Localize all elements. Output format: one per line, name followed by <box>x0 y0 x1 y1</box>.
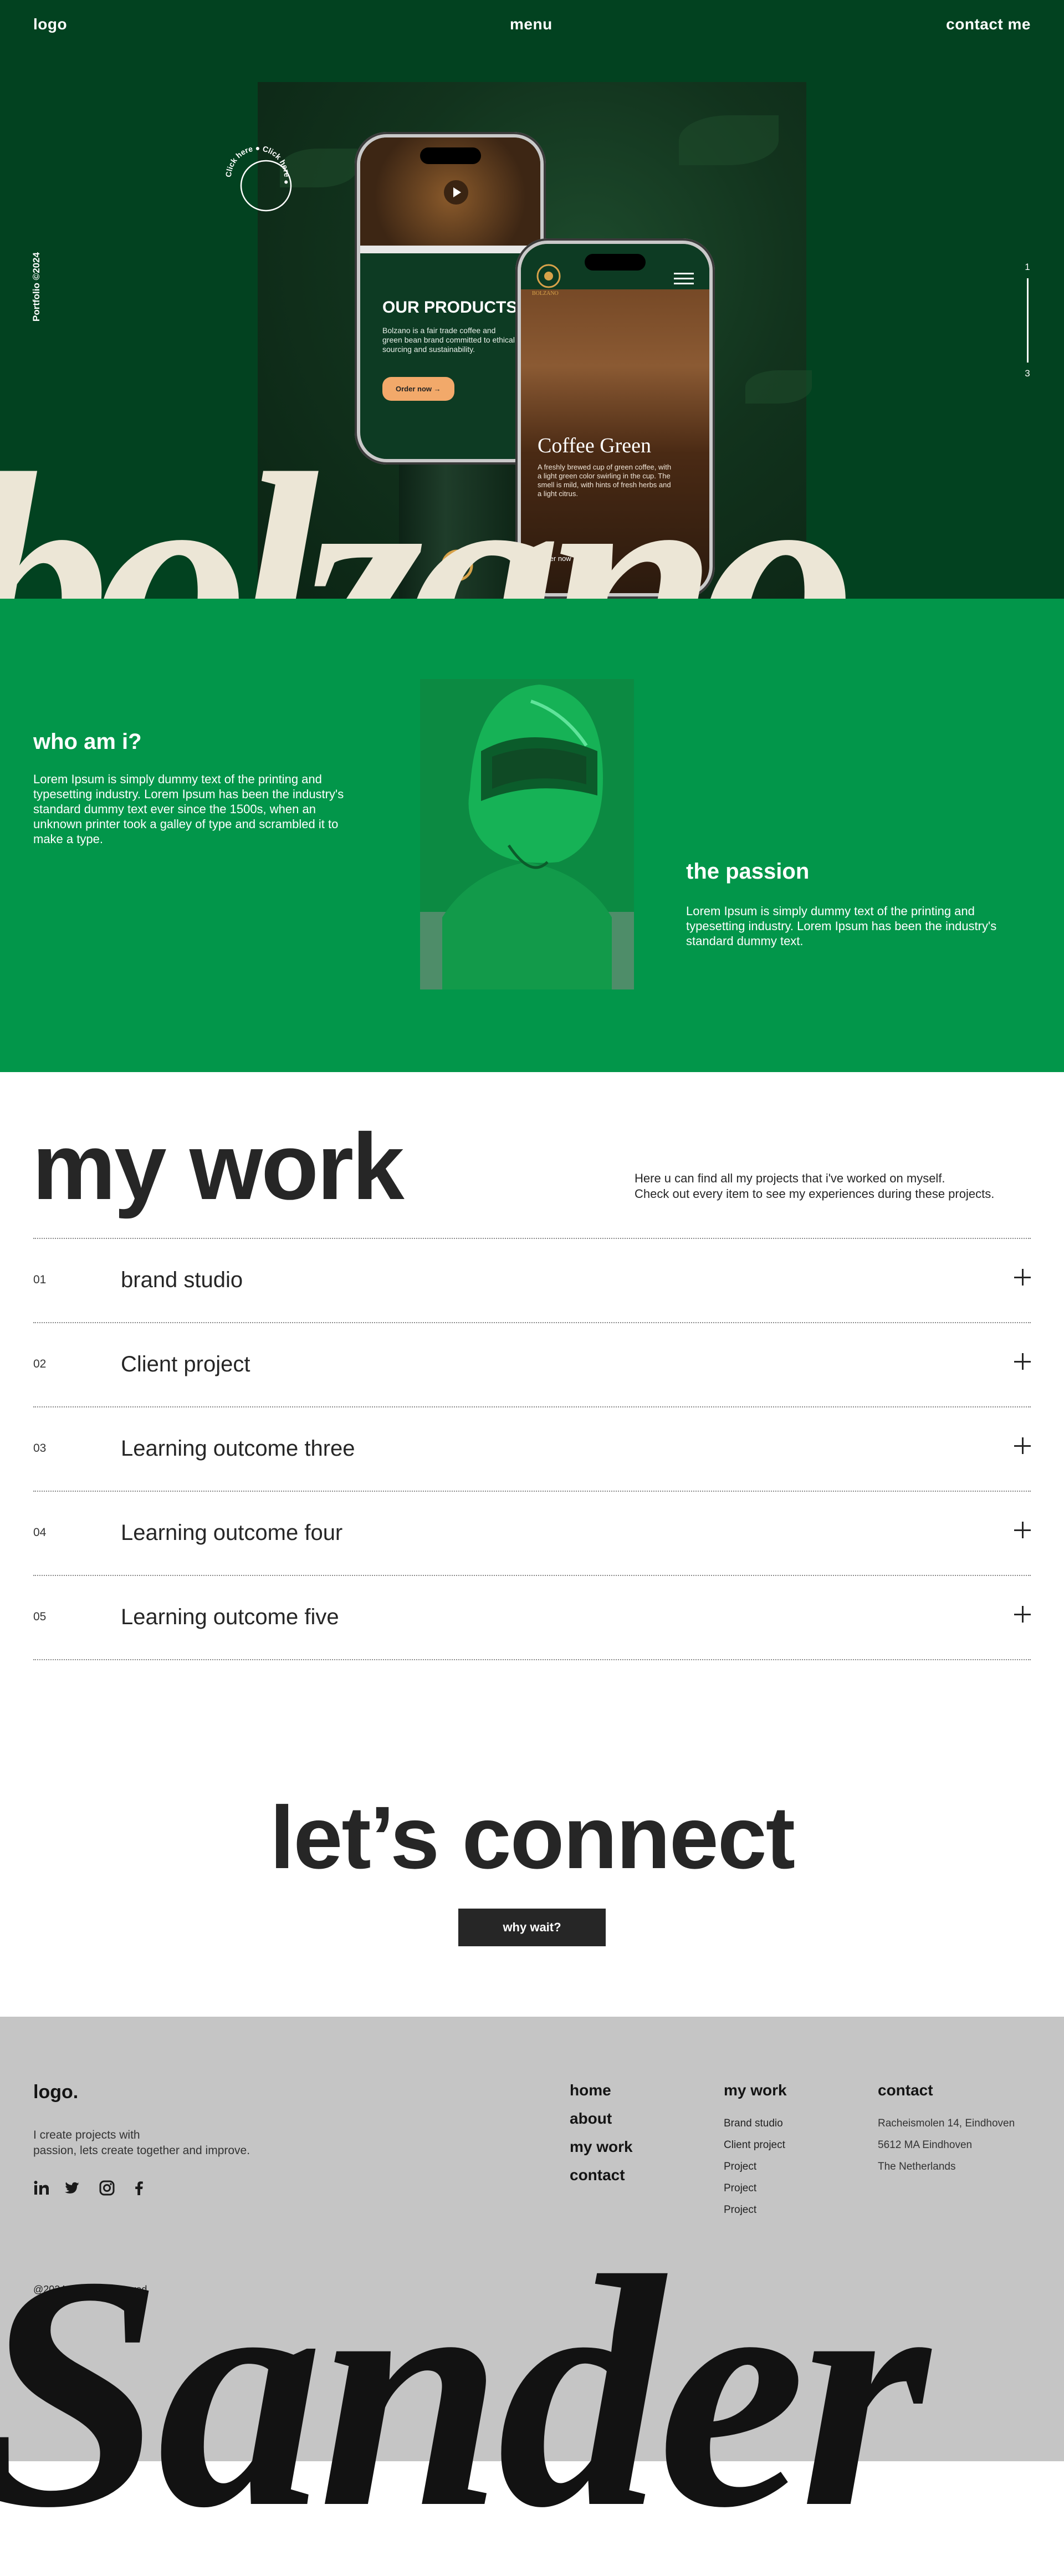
work-item-label: Learning outcome four <box>121 1521 343 1545</box>
footer-work-link[interactable]: Project <box>724 2161 756 2173</box>
bolzano-logo-icon <box>536 264 561 288</box>
play-icon[interactable] <box>443 180 469 205</box>
products-text: Bolzano is a fair trade coffee and green… <box>382 326 515 354</box>
footer-nav-contact[interactable]: contact <box>570 2166 625 2184</box>
click-here-badge[interactable]: Click here ● Click here ● <box>222 141 294 213</box>
footer-big-wordmark: Sander <box>0 2207 929 2576</box>
footer-nav-about[interactable]: about <box>570 2110 612 2128</box>
footer-address-line: 5612 MA Eindhoven <box>878 2139 973 2151</box>
footer-work-link[interactable]: Client project <box>724 2139 785 2151</box>
linkedin-icon[interactable] <box>33 2180 50 2196</box>
work-item-number: 04 <box>33 1526 47 1539</box>
work-item-number: 01 <box>33 1273 47 1286</box>
hero-section: logo menu contact me Portfolio ©2024 1 3… <box>0 0 1064 599</box>
work-item-brand-studio[interactable]: 01 brand studio <box>33 1238 1031 1322</box>
svg-text:Click here ● Click here ●: Click here ● Click here ● <box>224 144 291 185</box>
footer-tagline: I create projects with passion, lets cre… <box>33 2128 299 2159</box>
plus-icon[interactable] <box>1014 1269 1031 1286</box>
badge-text: Click here ● Click here ● <box>224 144 291 185</box>
why-wait-button[interactable]: why wait? <box>458 1909 606 1946</box>
menu-button[interactable]: menu <box>510 16 553 33</box>
work-item-number: 02 <box>33 1358 47 1370</box>
plus-icon[interactable] <box>1014 1522 1031 1538</box>
footer-nav-home[interactable]: home <box>570 2082 611 2099</box>
foliage-shape <box>745 370 812 404</box>
work-desc-line2: Check out every item to see my experienc… <box>635 1187 995 1201</box>
facebook-icon[interactable] <box>131 2180 147 2196</box>
foliage-shape <box>679 115 779 165</box>
footer-work-link[interactable]: Brand studio <box>724 2118 783 2130</box>
slider-start-number: 1 <box>1025 262 1030 272</box>
work-item-client-project[interactable]: 02 Client project <box>33 1322 1031 1406</box>
footer-address-line: The Netherlands <box>878 2161 956 2172</box>
twitter-icon[interactable] <box>64 2180 80 2196</box>
instagram-icon[interactable] <box>99 2180 115 2196</box>
work-desc-line1: Here u can find all my projects that i'v… <box>635 1171 945 1185</box>
work-list-divider <box>33 1659 1031 1660</box>
footer-my-work-heading: my work <box>724 2082 787 2099</box>
footer-contact-heading: contact <box>878 2082 933 2099</box>
footer-work-link[interactable]: Project <box>724 2182 756 2195</box>
products-title: OUR PRODUCTS <box>382 298 518 317</box>
work-item-learning-outcome-four[interactable]: 04 Learning outcome four <box>33 1491 1031 1575</box>
who-am-i-text: Lorem Ipsum is simply dummy text of the … <box>33 772 344 846</box>
tagline-line1: I create projects with <box>33 2129 140 2141</box>
hero-big-wordmark: bolzano <box>0 410 856 599</box>
plus-icon[interactable] <box>1014 1353 1031 1370</box>
work-item-label: Learning outcome five <box>121 1605 339 1629</box>
passion-heading: the passion <box>686 859 810 884</box>
bolzano-brand-text: BOLZANO <box>532 290 559 297</box>
slider-track <box>1026 278 1029 363</box>
plus-icon[interactable] <box>1014 1606 1031 1623</box>
work-item-label: Learning outcome three <box>121 1436 355 1461</box>
my-work-heading: my work <box>32 1114 405 1220</box>
work-item-number: 03 <box>33 1442 47 1455</box>
work-item-learning-outcome-three[interactable]: 03 Learning outcome three <box>33 1406 1031 1491</box>
footer-address-line: Racheismolen 14, Eindhoven <box>878 2118 1015 2129</box>
header-logo[interactable]: logo <box>33 16 67 33</box>
footer-nav-my-work[interactable]: my work <box>570 2138 633 2156</box>
my-work-description: Here u can find all my projects that i'v… <box>635 1171 994 1202</box>
slider-indicator[interactable]: 1 3 <box>1022 262 1033 379</box>
contact-me-link[interactable]: contact me <box>946 16 1031 33</box>
lets-connect-heading: let’s connect <box>269 1788 795 1887</box>
work-item-learning-outcome-five[interactable]: 05 Learning outcome five <box>33 1575 1031 1659</box>
portfolio-caption: Portfolio ©2024 <box>31 252 42 322</box>
who-am-i-heading: who am i? <box>33 730 142 754</box>
dynamic-island <box>420 147 481 164</box>
work-item-label: Client project <box>121 1352 250 1376</box>
dynamic-island <box>585 254 646 271</box>
order-now-button[interactable]: Order now → <box>382 377 454 401</box>
hamburger-menu-icon[interactable] <box>674 272 694 285</box>
passion-text: Lorem Ipsum is simply dummy text of the … <box>686 904 997 948</box>
plus-icon[interactable] <box>1014 1437 1031 1454</box>
work-item-number: 05 <box>33 1610 47 1623</box>
work-item-label: brand studio <box>121 1268 243 1292</box>
portrait-image <box>420 679 634 989</box>
slider-end-number: 3 <box>1025 368 1030 379</box>
tagline-line2: passion, lets create together and improv… <box>33 2144 250 2157</box>
footer-logo[interactable]: logo. <box>33 2082 78 2103</box>
phone-divider <box>360 246 540 253</box>
